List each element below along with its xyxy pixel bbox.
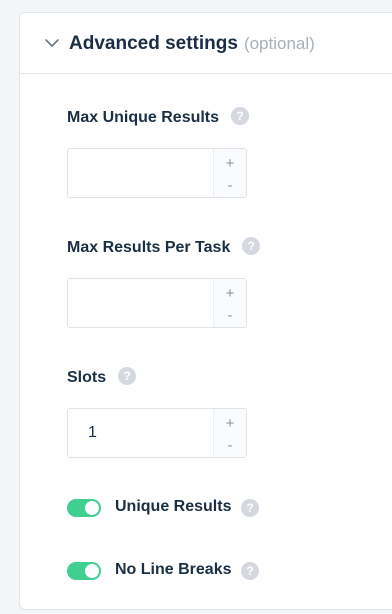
help-icon[interactable]: ? (231, 107, 250, 125)
no-line-breaks-label: No Line Breaks (115, 561, 232, 578)
help-icon[interactable]: ? (118, 367, 137, 385)
section-title-text: Advanced settings (69, 33, 238, 54)
advanced-settings-header[interactable]: Advanced settings (optional) (20, 13, 392, 74)
max-unique-results-stepper: + - (213, 149, 246, 197)
decrement-button[interactable]: - (214, 308, 246, 323)
section-title: Advanced settings (optional) (69, 33, 315, 55)
slots-label-text: Slots (67, 369, 107, 387)
toggle-knob (85, 564, 99, 578)
help-icon[interactable]: ? (241, 562, 259, 580)
decrement-button[interactable]: - (214, 438, 246, 453)
max-results-per-task-label: Max Results Per Task? (67, 237, 261, 257)
max-unique-results-label: Max Unique Results? (67, 107, 250, 127)
max-results-per-task-stepper: + - (213, 279, 246, 327)
max-results-per-task-input[interactable]: + - (67, 278, 247, 328)
optional-tag: (optional) (243, 34, 315, 53)
advanced-settings-panel: Advanced settings (optional) Max Unique R… (19, 12, 392, 610)
unique-results-toggle[interactable] (67, 499, 101, 517)
chevron-down-icon[interactable] (44, 35, 60, 51)
slots-label: Slots? (67, 367, 137, 387)
toggle-knob (85, 501, 99, 515)
max-unique-results-label-text: Max Unique Results (67, 109, 220, 127)
help-icon[interactable]: ? (241, 499, 259, 517)
increment-button[interactable]: + (214, 286, 246, 301)
unique-results-label: Unique Results (115, 498, 232, 515)
increment-button[interactable]: + (214, 156, 246, 171)
max-results-per-task-label-text: Max Results Per Task (67, 239, 231, 257)
no-line-breaks-toggle[interactable] (67, 562, 101, 580)
slots-input[interactable]: 1 + - (67, 408, 247, 458)
help-icon[interactable]: ? (242, 237, 261, 255)
max-unique-results-input[interactable]: + - (67, 148, 247, 198)
slots-stepper: + - (213, 409, 246, 457)
increment-button[interactable]: + (214, 416, 246, 431)
slots-value: 1 (88, 424, 97, 441)
no-line-breaks-row: No Line Breaks ? (67, 560, 307, 582)
unique-results-row: Unique Results ? (67, 497, 307, 519)
decrement-button[interactable]: - (214, 178, 246, 193)
